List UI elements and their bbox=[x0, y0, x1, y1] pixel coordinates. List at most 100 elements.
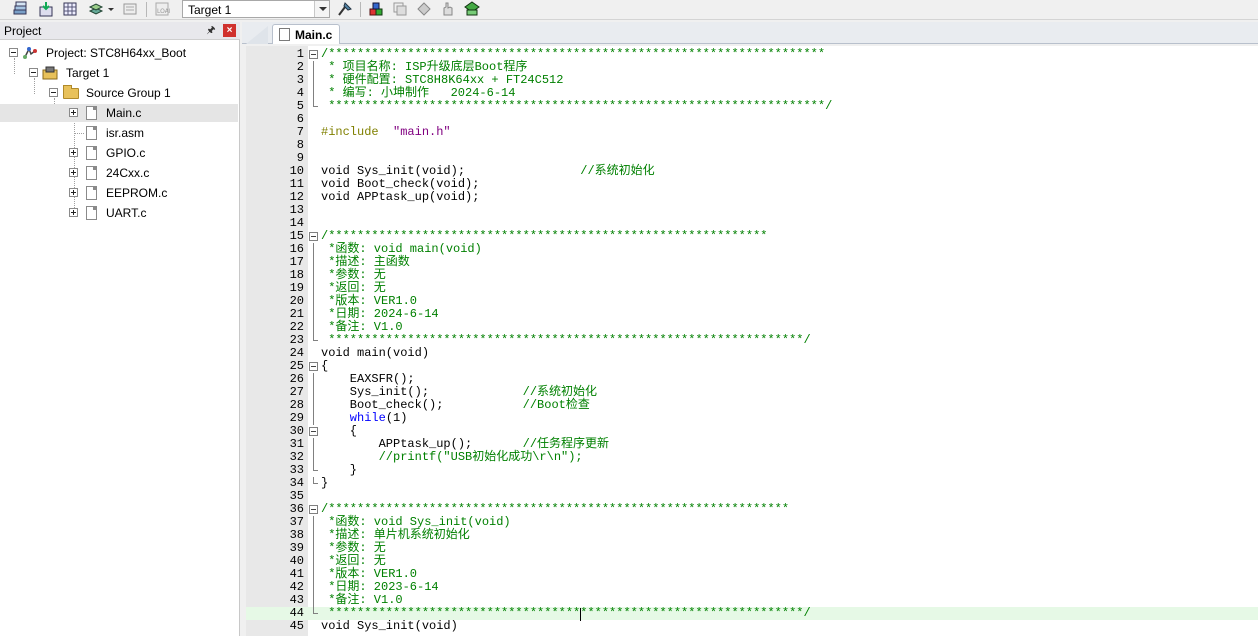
code-token: *返回: 无 bbox=[321, 281, 386, 295]
tree-node-target[interactable]: Target 1 bbox=[0, 64, 238, 82]
code-token: /***************************************… bbox=[321, 502, 790, 516]
fold-toggle-icon[interactable] bbox=[309, 50, 318, 59]
code-line[interactable]: 45 void Sys_init(void) bbox=[246, 620, 1258, 633]
diamond-icon[interactable] bbox=[416, 1, 432, 17]
code-text: void main(void) bbox=[321, 347, 429, 360]
tree-node-file[interactable]: UART.c bbox=[0, 204, 238, 222]
code-token: * 硬件配置: STC8H8K64xx + FT24C512 bbox=[321, 73, 564, 87]
code-line[interactable]: 12 void APPtask_up(void); bbox=[246, 191, 1258, 204]
batch-build-icon[interactable] bbox=[122, 1, 138, 17]
dropdown-arrow-icon[interactable] bbox=[106, 1, 116, 17]
tree-node-file[interactable]: Main.c bbox=[0, 104, 238, 122]
file-icon bbox=[86, 106, 97, 120]
tree-node-file[interactable]: GPIO.c bbox=[0, 144, 238, 162]
tree-node-project[interactable]: Project: STC8H64xx_Boot bbox=[0, 44, 238, 62]
code-line[interactable]: 8 bbox=[246, 139, 1258, 152]
fold-line bbox=[313, 516, 314, 529]
target-select-value: Target 1 bbox=[188, 3, 232, 17]
collapse-icon[interactable] bbox=[29, 68, 38, 77]
code-token: /***************************************… bbox=[321, 47, 826, 61]
stack-icon[interactable] bbox=[12, 1, 28, 17]
file-icon bbox=[86, 206, 97, 220]
file-icon bbox=[86, 186, 97, 200]
expand-icon[interactable] bbox=[69, 148, 78, 157]
code-token: EAXSFR(); bbox=[321, 372, 415, 386]
download-icon[interactable] bbox=[38, 1, 54, 17]
code-line[interactable]: 24 void main(void) bbox=[246, 347, 1258, 360]
code-token: void main(void) bbox=[321, 346, 430, 360]
code-token: ****************************************… bbox=[321, 333, 811, 347]
code-token: * 编写: 小坤制作 2024-6-14 bbox=[321, 86, 516, 100]
tab-main-c[interactable]: Main.c bbox=[272, 24, 340, 44]
close-panel-button[interactable]: × bbox=[223, 24, 236, 37]
fold-toggle-icon[interactable] bbox=[309, 505, 318, 514]
code-token: (1) bbox=[385, 411, 408, 425]
hand-icon[interactable] bbox=[440, 1, 456, 17]
code-line[interactable]: 5 **************************************… bbox=[246, 100, 1258, 113]
tree-node-label: Project: STC8H64xx_Boot bbox=[46, 46, 187, 60]
toolbar: LOAD Target 1 bbox=[0, 0, 1258, 20]
code-line[interactable]: 7 #include "main.h" bbox=[246, 126, 1258, 139]
code-line[interactable]: 39 *参数: 无 bbox=[246, 542, 1258, 555]
code-token: *版本: VER1.0 bbox=[321, 294, 418, 308]
tree-node-label: GPIO.c bbox=[106, 146, 146, 160]
target-options-icon[interactable] bbox=[337, 1, 353, 17]
fold-toggle-icon[interactable] bbox=[309, 427, 318, 436]
tree-node-label: isr.asm bbox=[106, 126, 145, 140]
code-token: APPtask_up(); bbox=[321, 437, 523, 451]
fold-toggle-icon[interactable] bbox=[309, 362, 318, 371]
expand-icon[interactable] bbox=[69, 168, 78, 177]
code-token: *备注: V1.0 bbox=[321, 593, 403, 607]
tree-node-label: EEPROM.c bbox=[106, 186, 168, 200]
chevron-down-icon[interactable] bbox=[314, 1, 329, 17]
code-token: * 项目名称: ISP升级底层Boot程序 bbox=[321, 60, 528, 74]
code-line[interactable]: 13 bbox=[246, 204, 1258, 217]
code-token: #include bbox=[321, 125, 394, 139]
layers-icon[interactable] bbox=[88, 1, 104, 17]
code-token: *描述: 主函数 bbox=[321, 255, 410, 269]
code-line[interactable]: 32 //printf("USB初始化成功\r\n"); bbox=[246, 451, 1258, 464]
collapse-icon[interactable] bbox=[9, 48, 18, 57]
tree-node-source-group[interactable]: Source Group 1 bbox=[0, 84, 238, 102]
fold-end-line bbox=[313, 607, 318, 614]
expand-icon[interactable] bbox=[69, 188, 78, 197]
line-number: 6 bbox=[296, 112, 304, 126]
code-token: Sys_init(); bbox=[321, 385, 523, 399]
fold-line bbox=[313, 438, 314, 451]
fold-line bbox=[313, 412, 314, 425]
pin-icon[interactable]: 🖈 bbox=[205, 24, 217, 38]
expand-icon[interactable] bbox=[69, 208, 78, 217]
copy-icon[interactable] bbox=[392, 1, 408, 17]
code-token: while bbox=[321, 411, 386, 425]
collapse-icon[interactable] bbox=[49, 88, 58, 97]
fold-toggle-icon[interactable] bbox=[309, 232, 318, 241]
code-line[interactable]: 18 *参数: 无 bbox=[246, 269, 1258, 282]
code-token: *函数: void main(void) bbox=[321, 242, 482, 256]
tree-node-file[interactable]: 24Cxx.c bbox=[0, 164, 238, 182]
fold-line bbox=[313, 87, 314, 100]
code-line[interactable]: 38 *描述: 单片机系统初始化 bbox=[246, 529, 1258, 542]
grid-icon[interactable] bbox=[62, 1, 78, 17]
code-line[interactable]: 34} bbox=[246, 477, 1258, 490]
code-token: "main.h" bbox=[393, 125, 451, 139]
pack-installer-icon[interactable] bbox=[464, 1, 480, 17]
line-number: 45 bbox=[289, 619, 304, 633]
manage-components-icon[interactable] bbox=[368, 1, 384, 17]
code-token: void Sys_init(void); bbox=[321, 164, 581, 178]
editor-tab-strip: Main.c bbox=[242, 22, 1258, 44]
load-icon[interactable]: LOAD bbox=[154, 1, 170, 17]
expand-icon[interactable] bbox=[69, 108, 78, 117]
line-number: 3 bbox=[296, 73, 304, 87]
target-select[interactable]: Target 1 bbox=[182, 0, 330, 18]
code-line[interactable]: 33 } bbox=[246, 464, 1258, 477]
tree-node-file[interactable]: isr.asm bbox=[0, 124, 238, 142]
code-line[interactable]: 29 while(1) bbox=[246, 412, 1258, 425]
code-line[interactable]: 17 *描述: 主函数 bbox=[246, 256, 1258, 269]
code-token: void Boot_check(void); bbox=[321, 177, 480, 191]
tree-node-file[interactable]: EEPROM.c bbox=[0, 184, 238, 202]
code-token: *返回: 无 bbox=[321, 554, 386, 568]
tree-node-label: Main.c bbox=[106, 106, 142, 120]
line-number: 2 bbox=[296, 60, 304, 74]
code-editor[interactable]: 1 /**************************************… bbox=[246, 46, 1258, 636]
folder-open-icon bbox=[63, 85, 79, 99]
